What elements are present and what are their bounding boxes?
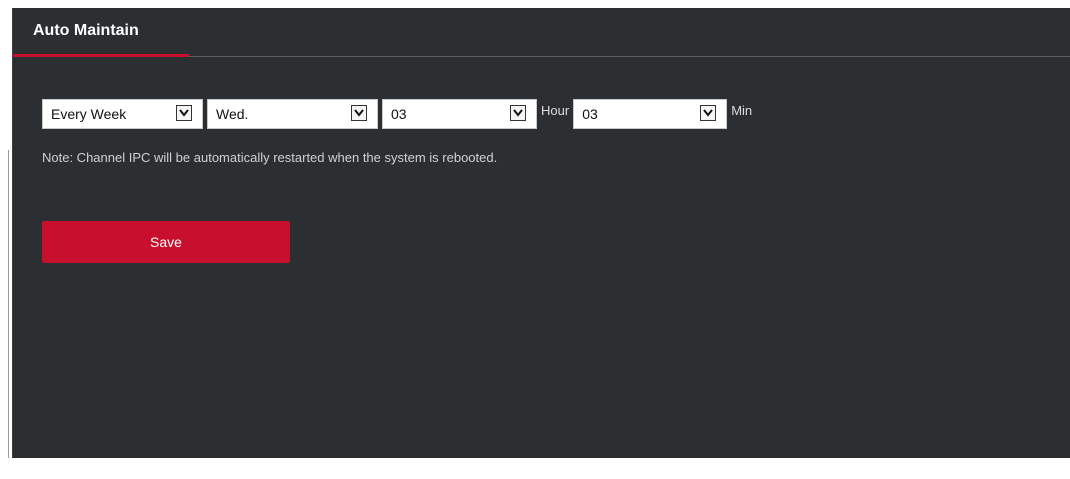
hour-unit-label: Hour xyxy=(541,102,570,118)
tab-auto-maintain[interactable]: Auto Maintain xyxy=(13,8,189,57)
hour-value: 03 xyxy=(391,106,407,122)
minute-select[interactable]: 03 xyxy=(573,99,728,129)
minute-unit-label: Min xyxy=(731,102,753,118)
frequency-select[interactable]: Every Week xyxy=(42,99,203,129)
active-tab-indicator xyxy=(13,54,189,57)
hour-select[interactable]: 03 xyxy=(382,99,537,129)
chevron-down-icon[interactable] xyxy=(700,105,717,121)
restart-note: Note: Channel IPC will be automatically … xyxy=(42,150,498,165)
save-button[interactable]: Save xyxy=(42,221,290,263)
chevron-down-icon[interactable] xyxy=(176,105,192,121)
day-select[interactable]: Wed. xyxy=(207,99,378,129)
frequency-value: Every Week xyxy=(51,106,127,122)
minute-value: 03 xyxy=(582,106,598,122)
chevron-down-icon[interactable] xyxy=(510,105,526,121)
screen: Auto Maintain Every Week Wed. 03 Hour 03… xyxy=(0,0,1070,479)
chevron-down-icon[interactable] xyxy=(351,105,367,121)
tab-bar: Auto Maintain xyxy=(13,8,1070,57)
day-value: Wed. xyxy=(216,106,249,122)
auto-maintain-panel: Auto Maintain Every Week Wed. 03 Hour 03… xyxy=(12,8,1070,458)
tab-label: Auto Maintain xyxy=(33,22,139,39)
left-edge-divider xyxy=(8,150,9,458)
maintain-schedule-row: Every Week Wed. 03 Hour 03 Min xyxy=(42,97,756,131)
